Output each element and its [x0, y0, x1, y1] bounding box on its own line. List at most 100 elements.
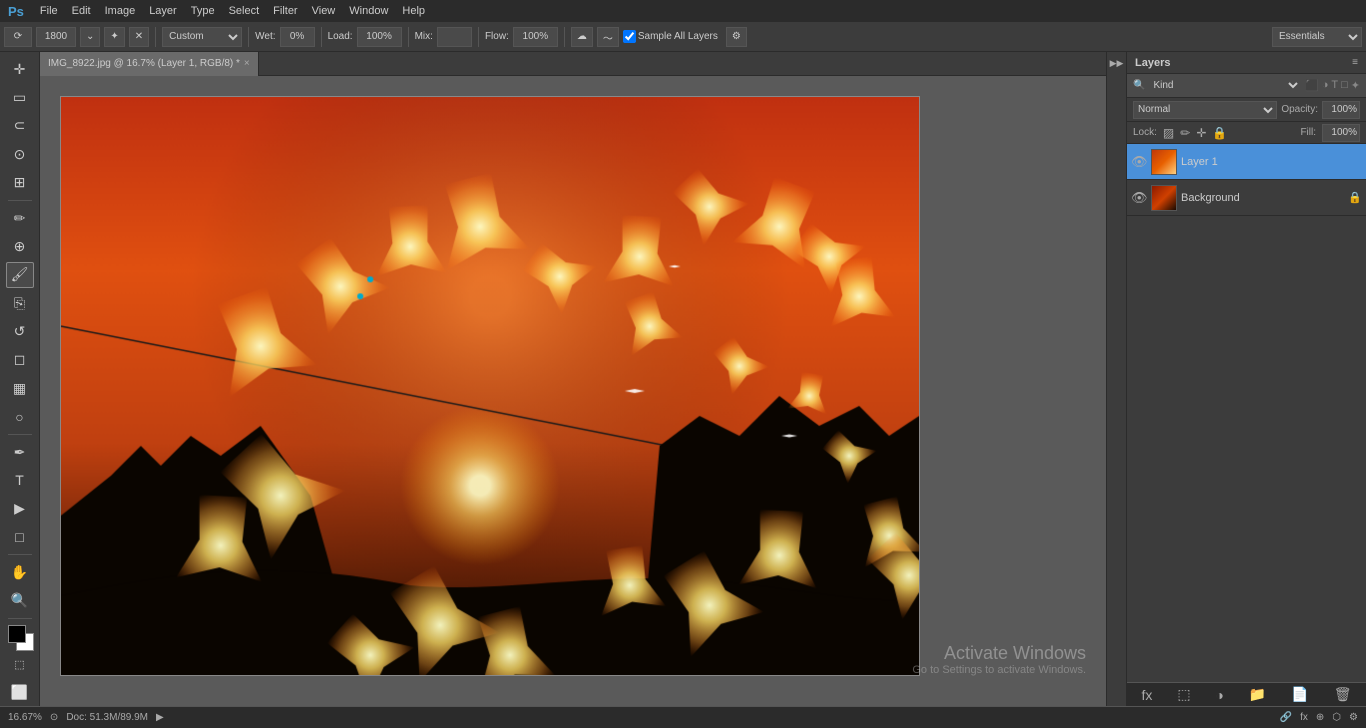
menu-filter[interactable]: Filter — [267, 3, 303, 19]
shape-tool[interactable]: □ — [6, 524, 34, 550]
sep4 — [408, 27, 409, 47]
menu-layer[interactable]: Layer — [143, 3, 183, 19]
zoom-tool[interactable]: 🔍 — [6, 588, 34, 614]
quick-select-tool[interactable]: ⊙ — [6, 141, 34, 167]
mix-input[interactable] — [437, 27, 472, 47]
settings-icon: ⚙ — [1349, 712, 1358, 723]
menu-image[interactable]: Image — [99, 3, 142, 19]
filter-type-icon[interactable]: T — [1331, 79, 1338, 92]
gradient-tool[interactable]: ▦ — [6, 375, 34, 401]
background-lock-icon: 🔒 — [1348, 191, 1362, 204]
eyedropper-tool[interactable]: ✏ — [6, 205, 34, 231]
zoom-indicator: ⊙ — [50, 712, 58, 723]
airbrush-toggle-btn[interactable]: ☁ — [571, 27, 593, 47]
background-visibility-icon[interactable]: 👁 — [1131, 190, 1147, 206]
layers-panel-title: Layers — [1135, 57, 1170, 69]
sep1 — [155, 27, 156, 47]
tools-panel: ✛ ▭ ⊂ ⊙ ⊞ ✏ ⊕ 🖌 ⎘ ↺ ◻ ▦ ○ ✒ T ▶ □ ✋ 🔍 ⬚ … — [0, 52, 40, 706]
load-input[interactable]: 100% — [357, 27, 402, 47]
layer1-visibility-icon[interactable]: 👁 — [1131, 154, 1147, 170]
activate-windows-overlay: Activate Windows Go to Settings to activ… — [912, 643, 1086, 676]
foreground-color[interactable] — [8, 625, 26, 643]
fx-icon: fx — [1300, 712, 1308, 723]
layer1-thumbnail — [1151, 149, 1177, 175]
smooth-btn[interactable]: 〜 — [597, 27, 619, 47]
lock-transparency-icon[interactable]: ▨ — [1163, 126, 1174, 140]
filter-shape-icon[interactable]: □ — [1341, 79, 1348, 92]
layer-row-background[interactable]: 👁 Background 🔒 — [1127, 180, 1366, 216]
blend-mode-layer-select[interactable]: Normal — [1133, 101, 1277, 119]
menu-edit[interactable]: Edit — [66, 3, 97, 19]
menu-select[interactable]: Select — [223, 3, 266, 19]
collapse-layers-btn[interactable]: ▶▶ — [1108, 56, 1126, 71]
lock-all-icon[interactable]: 🔒 — [1212, 126, 1227, 140]
menu-type[interactable]: Type — [185, 3, 221, 19]
crop-tool[interactable]: ⊞ — [6, 170, 34, 196]
canvas-area: IMG_8922.jpg @ 16.7% (Layer 1, RGB/8) * … — [40, 52, 1106, 706]
menu-window[interactable]: Window — [343, 3, 394, 19]
filter-search-icon: 🔍 — [1133, 80, 1145, 91]
menu-file[interactable]: File — [34, 3, 64, 19]
dodge-tool[interactable]: ○ — [6, 404, 34, 430]
blend-mode-select[interactable]: Custom — [162, 27, 242, 47]
move-tool[interactable]: ✛ — [6, 56, 34, 82]
opacity-input[interactable]: 100% — [1322, 101, 1360, 119]
photo-canvas[interactable] — [61, 97, 919, 675]
tool-preset-btn[interactable]: ⟳ — [4, 27, 32, 47]
activate-windows-title: Activate Windows — [912, 643, 1086, 664]
workspace-select[interactable]: Essentials — [1272, 27, 1362, 47]
fill-input[interactable]: 100% — [1322, 124, 1360, 142]
tool-sep-4 — [8, 618, 32, 619]
brush-settings-btn[interactable]: ⚙ — [726, 27, 747, 47]
hand-tool[interactable]: ✋ — [6, 559, 34, 585]
pen-tool[interactable]: ✒ — [6, 439, 34, 465]
color-picker[interactable] — [6, 623, 34, 649]
quick-mask-btn[interactable]: ⬚ — [6, 651, 34, 677]
history-brush-tool[interactable]: ↺ — [6, 318, 34, 344]
panel-controls: ≡ — [1352, 57, 1358, 68]
menu-view[interactable]: View — [306, 3, 342, 19]
doc-arrow: ▶ — [156, 712, 164, 723]
sample-all-check[interactable] — [623, 30, 636, 43]
eraser-tool[interactable]: ◻ — [6, 347, 34, 373]
filter-smart-icon[interactable]: ✦ — [1351, 79, 1360, 92]
canvas[interactable] — [60, 96, 920, 676]
clone-stamp-tool[interactable]: ⎘ — [6, 290, 34, 316]
wet-input[interactable]: 0% — [280, 27, 315, 47]
toolbar: ⟳ 1800 ⌄ ✦ ✕ Custom Wet: 0% Load: 100% M… — [0, 22, 1366, 52]
erase-to-history-btn[interactable]: ✕ — [129, 27, 149, 47]
text-tool[interactable]: T — [6, 467, 34, 493]
new-layer-btn[interactable]: 📄 — [1291, 686, 1308, 703]
brush-size-input[interactable]: 1800 — [36, 27, 76, 47]
layer-row-layer1[interactable]: 👁 Layer 1 — [1127, 144, 1366, 180]
filter-pixel-icon[interactable]: ⬛ — [1305, 79, 1319, 92]
tool-sep-2 — [8, 434, 32, 435]
lock-position-icon[interactable]: ✛ — [1196, 126, 1206, 140]
flow-input[interactable]: 100% — [513, 27, 558, 47]
sep2 — [248, 27, 249, 47]
canvas-wrapper[interactable]: Activate Windows Go to Settings to activ… — [40, 76, 1106, 706]
sep3 — [321, 27, 322, 47]
document-tab[interactable]: IMG_8922.jpg @ 16.7% (Layer 1, RGB/8) * … — [40, 52, 259, 76]
path-select-tool[interactable]: ▶ — [6, 496, 34, 522]
filter-adjust-icon[interactable]: ◑ — [1322, 79, 1329, 92]
new-group-btn[interactable]: 📁 — [1249, 686, 1266, 703]
lasso-tool[interactable]: ⊂ — [6, 113, 34, 139]
menu-help[interactable]: Help — [396, 3, 431, 19]
panel-header: Layers ≡ — [1127, 52, 1366, 74]
add-mask-btn[interactable]: ⬚ — [1177, 686, 1190, 703]
panel-menu-btn[interactable]: ≡ — [1352, 57, 1358, 68]
delete-layer-btn[interactable]: 🗑 — [1334, 686, 1352, 703]
sample-all-layers-checkbox[interactable]: Sample All Layers — [623, 30, 718, 43]
new-fill-layer-btn[interactable]: ◑ — [1216, 687, 1224, 703]
select-rect-tool[interactable]: ▭ — [6, 84, 34, 110]
screen-mode-btn[interactable]: ⬜ — [6, 680, 34, 706]
lock-paint-icon[interactable]: ✏ — [1180, 126, 1190, 140]
brush-tool[interactable]: 🖌 — [6, 262, 34, 288]
tab-close-btn[interactable]: × — [244, 58, 250, 69]
add-style-btn[interactable]: fx — [1141, 687, 1152, 703]
layer-kind-select[interactable]: Kind — [1149, 79, 1301, 92]
healing-tool[interactable]: ⊕ — [6, 233, 34, 259]
toggle-airbrush-btn[interactable]: ✦ — [104, 27, 124, 47]
brush-options-btn[interactable]: ⌄ — [80, 27, 100, 47]
